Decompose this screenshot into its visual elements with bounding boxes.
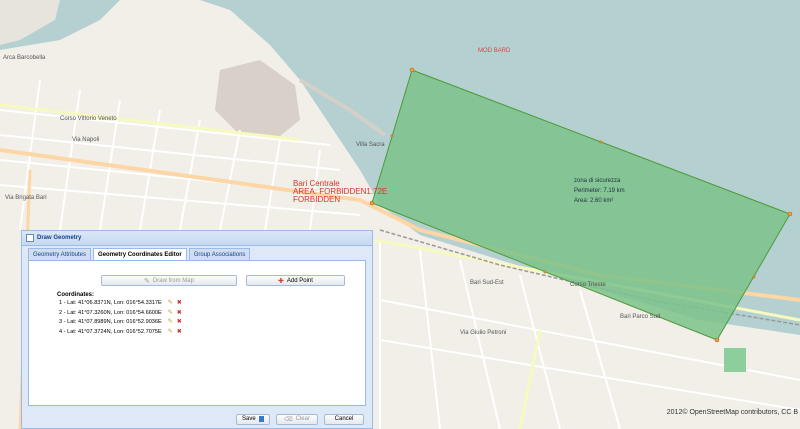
edit-point-icon[interactable]: ✎ (168, 309, 173, 319)
place-label: Via Napoli (72, 137, 100, 143)
zone-name: zona di sicurezza (574, 178, 621, 184)
coordinate-text: 1 - Lat: 41°06.8371N, Lon: 016°54.3317E (59, 300, 162, 306)
place-label: Via Giulio Petroni (460, 330, 507, 336)
park-area (724, 348, 746, 372)
clear-icon: ⌫ (284, 416, 293, 423)
window-icon (26, 234, 34, 242)
place-label: Corso Vittorio Veneto (60, 116, 117, 122)
forbidden-area-label: Bari Centrale AREA: FORBIDDEN1.72E FORBI… (293, 179, 388, 204)
save-button[interactable]: Save (236, 413, 270, 425)
cancel-button[interactable]: Cancel (324, 413, 364, 425)
edit-point-icon[interactable]: ✎ (168, 328, 173, 338)
coordinate-text: 3 - Lat: 41°07.8989N, Lon: 016°52.9036E (59, 319, 162, 325)
coordinate-text: 4 - Lat: 41°07.3724N, Lon: 016°52.7075E (59, 328, 162, 335)
dialog-footer: Save ⌫ Clear Cancel (22, 410, 372, 428)
list-item: 2 - Lat: 41°07.3260N, Lon: 016°54.6600E … (59, 309, 182, 319)
coordinate-text: 2 - Lat: 41°07.3260N, Lon: 016°54.6600E (59, 309, 162, 316)
list-item: 4 - Lat: 41°07.3724N, Lon: 016°52.7075E … (59, 328, 182, 338)
dialog-title: Draw Geometry (37, 235, 82, 241)
delete-point-icon[interactable]: ✖ (177, 328, 182, 338)
place-label: Bari Sud-Est (470, 280, 504, 286)
list-item: 3 - Lat: 41°07.8989N, Lon: 016°52.9036E … (59, 318, 182, 328)
place-label: Villa Sacra (356, 142, 385, 148)
clear-button[interactable]: ⌫ Clear (276, 413, 318, 425)
coordinates-editor-panel: ✎ Draw from Map ✚ Add Point Coordinates:… (28, 260, 366, 406)
delete-point-icon[interactable]: ✖ (177, 318, 182, 328)
sea-label: MOD BARD (478, 48, 511, 54)
add-point-button[interactable]: ✚ Add Point (246, 275, 345, 286)
add-point-icon: ✚ (278, 277, 284, 285)
zone-area: Area: 2.60 km² (574, 198, 614, 204)
draw-geometry-dialog: Draw Geometry Geometry Attributes Geomet… (21, 230, 373, 429)
edit-point-icon[interactable]: ✎ (168, 318, 173, 328)
place-label: Bari Parco Sud (620, 314, 661, 320)
draw-icon: ✎ (144, 277, 150, 285)
save-icon (258, 416, 264, 422)
place-label: Via Brigata Bari (5, 195, 47, 201)
coordinates-title: Coordinates: (57, 292, 95, 298)
draw-from-map-button[interactable]: ✎ Draw from Map (101, 275, 237, 286)
place-label: Arca Barcobella (3, 55, 46, 61)
edit-point-icon[interactable]: ✎ (168, 299, 173, 309)
coordinates-list: 1 - Lat: 41°06.8371N, Lon: 016°54.3317E … (59, 299, 182, 337)
map-attribution: 2012© OpenStreetMap contributors, CC B (666, 409, 798, 416)
delete-point-icon[interactable]: ✖ (177, 309, 182, 319)
dialog-header[interactable]: Draw Geometry (22, 231, 372, 246)
zone-info-label: zona di sicurezza Perimeter: 7.19 km Are… (574, 176, 625, 206)
zone-perimeter: Perimeter: 7.19 km (574, 188, 625, 194)
list-item: 1 - Lat: 41°06.8371N, Lon: 016°54.3317E … (59, 299, 182, 309)
delete-point-icon[interactable]: ✖ (177, 299, 182, 309)
place-label: Corso Trieste (570, 282, 606, 288)
